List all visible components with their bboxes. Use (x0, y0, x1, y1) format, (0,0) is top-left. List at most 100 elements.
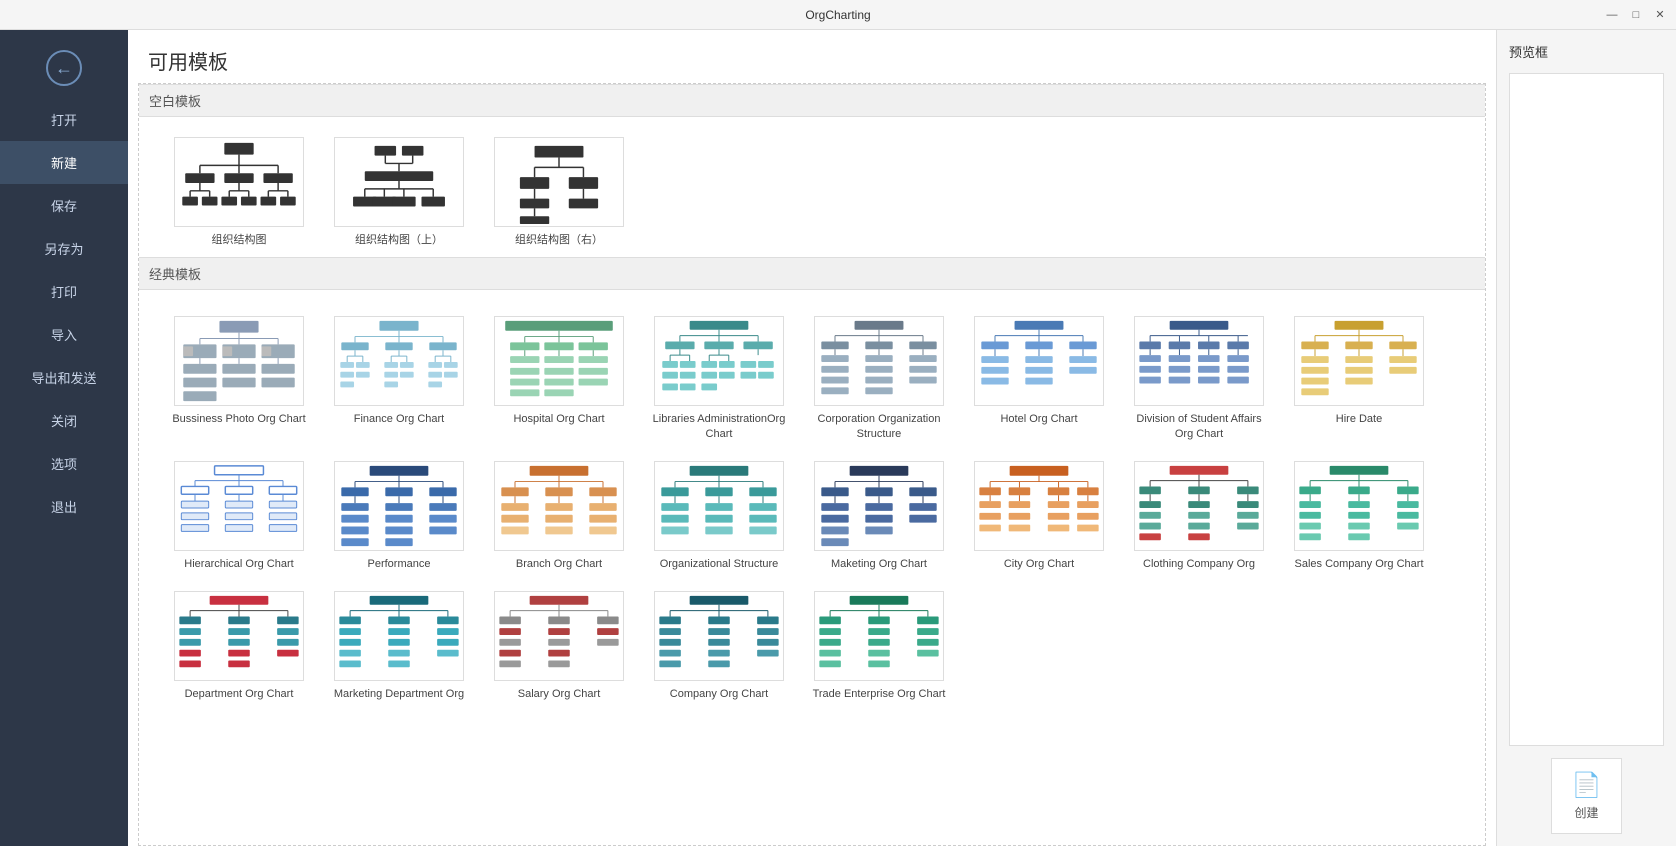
page-title: 可用模板 (128, 30, 1496, 83)
template-label-t4: Libraries AdministrationOrg Chart (649, 412, 789, 441)
sidebar-item-save[interactable]: 保存 (0, 184, 128, 227)
preview-title: 预览框 (1509, 42, 1664, 61)
template-item-t4[interactable]: Libraries AdministrationOrg Chart (639, 306, 799, 451)
titlebar: OrgCharting — □ ✕ (0, 0, 1676, 30)
template-thumb-blank1 (174, 137, 304, 227)
template-thumb-t5 (814, 316, 944, 406)
template-item-blank2[interactable]: 组织结构图（上） (319, 127, 479, 257)
template-item-t3[interactable]: Hospital Org Chart (479, 306, 639, 451)
template-thumb-t17 (174, 591, 304, 681)
template-item-t6[interactable]: Hotel Org Chart (959, 306, 1119, 451)
template-thumb-t14 (974, 461, 1104, 551)
template-label-t5: Corporation Organization Structure (809, 412, 949, 441)
template-scroll[interactable]: 空白模板 (138, 83, 1486, 846)
sidebar-item-saveas[interactable]: 另存为 (0, 227, 128, 270)
template-thumb-t9 (174, 461, 304, 551)
template-thumb-blank3 (494, 137, 624, 227)
sidebar-item-quit[interactable]: 退出 (0, 485, 128, 528)
app-body: ← 打开 新建 保存 另存为 打印 导入 导出和发送 关闭 选项 退出 可用模板… (0, 30, 1676, 846)
template-thumb-t1 (174, 316, 304, 406)
template-thumb-t7 (1134, 316, 1264, 406)
template-item-blank1[interactable]: 组织结构图 (159, 127, 319, 257)
template-label-t11: Branch Org Chart (516, 557, 602, 571)
template-thumb-t21 (814, 591, 944, 681)
template-item-t19[interactable]: Salary Org Chart (479, 581, 639, 711)
close-button[interactable]: ✕ (1652, 7, 1668, 23)
sidebar-item-import[interactable]: 导入 (0, 313, 128, 356)
template-thumb-t3 (494, 316, 624, 406)
template-label-blank3: 组织结构图（右） (515, 233, 603, 247)
template-thumb-t8 (1294, 316, 1424, 406)
sidebar-item-close[interactable]: 关闭 (0, 399, 128, 442)
sidebar-item-export[interactable]: 导出和发送 (0, 356, 128, 399)
content-area: 可用模板 空白模板 (128, 30, 1496, 846)
template-thumb-t2 (334, 316, 464, 406)
template-thumb-t20 (654, 591, 784, 681)
template-thumb-t13 (814, 461, 944, 551)
template-label-t13: Maketing Org Chart (831, 557, 927, 571)
template-item-t18[interactable]: Marketing Department Org (319, 581, 479, 711)
create-btn-area: 📄 创建 (1509, 758, 1664, 834)
template-label-t21: Trade Enterprise Org Chart (813, 687, 946, 701)
template-item-t9[interactable]: Hierarchical Org Chart (159, 451, 319, 581)
template-label-t12: Organizational Structure (660, 557, 779, 571)
template-item-t16[interactable]: Sales Company Org Chart (1279, 451, 1439, 581)
template-label-t19: Salary Org Chart (518, 687, 601, 701)
sidebar-item-open[interactable]: 打开 (0, 98, 128, 141)
template-item-t12[interactable]: Organizational Structure (639, 451, 799, 581)
template-label-t2: Finance Org Chart (354, 412, 444, 426)
sidebar-item-print[interactable]: 打印 (0, 270, 128, 313)
template-thumb-t18 (334, 591, 464, 681)
template-label-t16: Sales Company Org Chart (1295, 557, 1424, 571)
template-item-t15[interactable]: Clothing Company Org (1119, 451, 1279, 581)
template-thumb-t19 (494, 591, 624, 681)
template-label-t14: City Org Chart (1004, 557, 1074, 571)
template-label-t18: Marketing Department Org (334, 687, 464, 701)
template-item-t20[interactable]: Company Org Chart (639, 581, 799, 711)
template-item-t2[interactable]: Finance Org Chart (319, 306, 479, 451)
window-controls: — □ ✕ (1604, 7, 1668, 23)
template-thumb-t6 (974, 316, 1104, 406)
minimize-button[interactable]: — (1604, 7, 1620, 23)
template-label-t15: Clothing Company Org (1143, 557, 1255, 571)
template-thumb-t4 (654, 316, 784, 406)
template-thumb-blank2 (334, 137, 464, 227)
template-thumb-t16 (1294, 461, 1424, 551)
template-item-t17[interactable]: Department Org Chart (159, 581, 319, 711)
blank-template-grid: 组织结构图 (159, 117, 1465, 257)
template-label-t20: Company Org Chart (670, 687, 768, 701)
template-label-t1: Bussiness Photo Org Chart (172, 412, 305, 426)
sidebar-item-new[interactable]: 新建 (0, 141, 128, 184)
template-item-t8[interactable]: Hire Date (1279, 306, 1439, 451)
sidebar-item-options[interactable]: 选项 (0, 442, 128, 485)
section-blank: 空白模板 (139, 84, 1485, 117)
template-item-t14[interactable]: City Org Chart (959, 451, 1119, 581)
template-item-t13[interactable]: Maketing Org Chart (799, 451, 959, 581)
template-item-t5[interactable]: Corporation Organization Structure (799, 306, 959, 451)
classic-template-grid: Bussiness Photo Org Chart (159, 290, 1465, 727)
template-thumb-t11 (494, 461, 624, 551)
template-item-blank3[interactable]: 组织结构图（右） (479, 127, 639, 257)
section-classic: 经典模板 (139, 257, 1485, 290)
template-label-blank2: 组织结构图（上） (355, 233, 443, 247)
template-label-t7: Division of Student Affairs Org Chart (1129, 412, 1269, 441)
template-label-t10: Performance (368, 557, 431, 571)
template-item-t11[interactable]: Branch Org Chart (479, 451, 639, 581)
app-title: OrgCharting (805, 8, 870, 22)
template-thumb-t10 (334, 461, 464, 551)
template-label-t9: Hierarchical Org Chart (184, 557, 293, 571)
template-item-t7[interactable]: Division of Student Affairs Org Chart (1119, 306, 1279, 451)
preview-panel: 预览框 📄 创建 (1496, 30, 1676, 846)
template-item-t1[interactable]: Bussiness Photo Org Chart (159, 306, 319, 451)
create-label: 创建 (1574, 804, 1598, 821)
back-icon: ← (46, 50, 82, 86)
back-button[interactable]: ← (0, 38, 128, 98)
template-thumb-t15 (1134, 461, 1264, 551)
template-item-t10[interactable]: Performance (319, 451, 479, 581)
file-icon: 📄 (1572, 771, 1602, 800)
sidebar: ← 打开 新建 保存 另存为 打印 导入 导出和发送 关闭 选项 退出 (0, 30, 128, 846)
template-item-t21[interactable]: Trade Enterprise Org Chart (799, 581, 959, 711)
template-label-t8: Hire Date (1336, 412, 1382, 426)
restore-button[interactable]: □ (1628, 7, 1644, 23)
create-button[interactable]: 📄 创建 (1551, 758, 1623, 834)
